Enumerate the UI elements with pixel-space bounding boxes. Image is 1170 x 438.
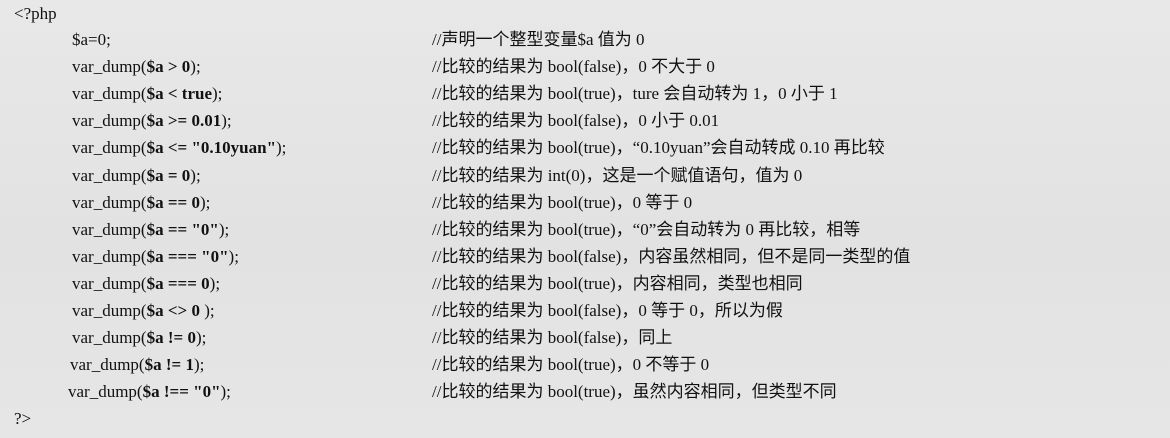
code-comment: //比较的结果为 bool(false)，0 小于 0.01 xyxy=(432,111,720,131)
code-suffix: ); xyxy=(228,246,239,266)
code-expression: $a >= 0.01 xyxy=(146,111,222,131)
code-suffix: ); xyxy=(199,301,215,320)
code-prefix: var_dump( xyxy=(72,138,147,158)
code-suffix: ); xyxy=(190,165,201,185)
code-prefix: var_dump( xyxy=(72,57,147,77)
code-prefix: var_dump( xyxy=(70,355,145,375)
code-prefix: $a=0; xyxy=(72,30,111,49)
code-statement: $a=0; xyxy=(72,28,111,52)
code-listing: <?php $a=0;//声明一个整型变量$a 值为 0 var_dump($a … xyxy=(0,0,1170,438)
code-comment: //比较的结果为 bool(false)，同上 xyxy=(432,328,673,348)
code-statement: var_dump($a === 0); xyxy=(72,272,220,296)
php-close-tag: ?> xyxy=(14,409,32,428)
code-prefix: var_dump( xyxy=(72,301,147,320)
code-suffix: ); xyxy=(220,382,231,402)
code-comment: //比较的结果为 int(0)，这是一个赋值语句，值为 0 xyxy=(432,165,803,185)
code-prefix: var_dump( xyxy=(68,382,143,402)
code-statement: var_dump($a !== "0"); xyxy=(68,380,231,404)
code-prefix: var_dump( xyxy=(72,84,147,104)
code-comment: //比较的结果为 bool(true)，0 不等于 0 xyxy=(432,355,710,375)
code-statement: var_dump($a > 0); xyxy=(72,55,201,79)
code-statement: var_dump($a == "0"); xyxy=(72,218,229,242)
code-expression: $a === "0" xyxy=(146,246,229,266)
code-expression: $a == 0 xyxy=(146,192,200,212)
code-suffix: ); xyxy=(212,84,223,104)
code-expression: $a < true xyxy=(146,84,212,104)
code-expression: $a != 0 xyxy=(146,328,196,348)
code-suffix: ); xyxy=(218,219,230,239)
code-prefix: var_dump( xyxy=(72,165,147,185)
code-statement: var_dump($a != 0); xyxy=(72,326,206,350)
code-statement: var_dump($a == 0); xyxy=(72,191,210,215)
code-prefix: var_dump( xyxy=(72,246,147,266)
code-expression: $a <> 0 xyxy=(146,301,200,320)
code-suffix: ); xyxy=(193,355,205,375)
code-expression: $a === 0 xyxy=(146,273,210,293)
code-expression: $a !== "0" xyxy=(142,382,221,402)
php-open-tag: <?php xyxy=(14,4,57,23)
code-expression: $a = 0 xyxy=(146,165,191,185)
code-prefix: var_dump( xyxy=(72,273,147,293)
code-statement: var_dump($a = 0); xyxy=(72,164,201,188)
code-comment: //比较的结果为 bool(false)，内容虽然相同，但不是同一类型的值 xyxy=(432,246,911,266)
code-suffix: ); xyxy=(190,57,201,77)
code-suffix: ); xyxy=(199,192,211,212)
code-statement: var_dump($a != 1); xyxy=(70,353,204,377)
code-suffix: ); xyxy=(221,111,232,131)
code-expression: $a > 0 xyxy=(146,57,191,77)
code-expression: $a <= "0.10yuan" xyxy=(146,138,277,158)
code-statement: var_dump($a <= "0.10yuan"); xyxy=(72,136,286,160)
code-comment: //比较的结果为 bool(true)，ture 会自动转为 1，0 小于 1 xyxy=(432,84,838,104)
code-suffix: ); xyxy=(276,138,287,158)
code-prefix: var_dump( xyxy=(72,192,147,212)
code-comment: //比较的结果为 bool(false)，0 等于 0，所以为假 xyxy=(432,301,783,320)
code-expression: $a != 1 xyxy=(144,355,194,375)
code-comment: //比较的结果为 bool(true)，“0.10yuan”会自动转成 0.10… xyxy=(432,138,885,158)
code-statement: var_dump($a <> 0 ); xyxy=(72,299,215,323)
code-statement: var_dump($a >= 0.01); xyxy=(72,109,232,133)
code-comment: //比较的结果为 bool(true)，内容相同，类型也相同 xyxy=(432,273,803,293)
code-statement: var_dump($a < true); xyxy=(72,82,222,106)
code-comment: //比较的结果为 bool(true)，“0”会自动转为 0 再比较，相等 xyxy=(432,219,861,239)
code-suffix: ); xyxy=(209,273,221,293)
code-expression: $a == "0" xyxy=(146,219,219,239)
code-suffix: ); xyxy=(195,328,207,348)
code-statement: var_dump($a === "0"); xyxy=(72,245,239,269)
code-prefix: var_dump( xyxy=(72,111,147,131)
code-prefix: var_dump( xyxy=(72,219,147,239)
code-comment: //比较的结果为 bool(true)，0 等于 0 xyxy=(432,192,693,212)
code-comment: //比较的结果为 bool(true)，虽然内容相同，但类型不同 xyxy=(432,382,837,402)
code-comment: //比较的结果为 bool(false)，0 不大于 0 xyxy=(432,57,715,77)
code-prefix: var_dump( xyxy=(72,328,147,348)
code-comment: //声明一个整型变量$a 值为 0 xyxy=(432,30,645,49)
